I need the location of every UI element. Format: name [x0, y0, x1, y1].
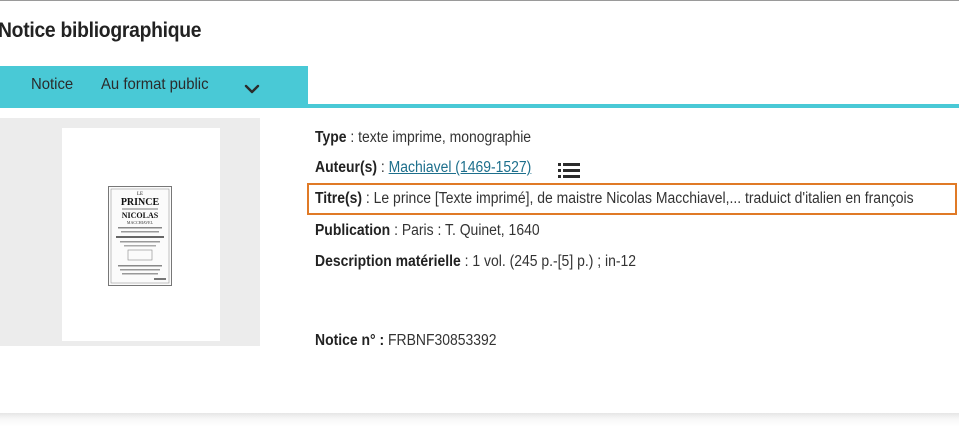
panel-bottom-shadow	[0, 413, 959, 427]
field-description: Description matérielle : 1 vol. (245 p.-…	[315, 253, 636, 271]
list-icon[interactable]	[558, 162, 580, 178]
description-value: : 1 vol. (245 p.-[5] p.) ; in-12	[460, 253, 637, 270]
cover-line-4: MACCHIAVEL	[127, 220, 154, 225]
top-rule	[0, 0, 959, 1]
notice-label: Notice n° :	[315, 332, 385, 349]
type-value: : texte imprime, monographie	[346, 129, 532, 146]
cover-line-2: PRINCE	[121, 197, 160, 208]
tab-notice[interactable]: Notice	[31, 76, 73, 94]
author-label: Auteur(s)	[315, 159, 378, 176]
description-label: Description matérielle	[315, 253, 461, 270]
notice-value: FRBNF30853392	[384, 332, 497, 349]
author-separator: :	[377, 159, 389, 176]
type-label: Type	[315, 129, 347, 146]
publication-label: Publication	[315, 222, 391, 239]
author-link[interactable]: Machiavel (1469-1527)	[389, 159, 532, 176]
document-thumbnail[interactable]: LE PRINCE NICOLAS MACCHIAVEL	[62, 128, 220, 341]
book-cover-image: LE PRINCE NICOLAS MACCHIAVEL	[108, 186, 172, 286]
tab-format-public[interactable]: Au format public	[101, 76, 209, 94]
title-highlight-box	[307, 183, 957, 215]
page-title: Notice bibliographique	[0, 19, 202, 42]
publication-value: : Paris : T. Quinet, 1640	[390, 222, 540, 239]
field-author: Auteur(s) : Machiavel (1469-1527)	[315, 159, 531, 177]
chevron-down-icon[interactable]	[242, 79, 262, 99]
tab-bar: Notice Au format public	[0, 66, 308, 108]
cover-line-3: NICOLAS	[122, 211, 159, 220]
field-type: Type : texte imprime, monographie	[315, 129, 531, 147]
field-notice-number: Notice n° : FRBNF30853392	[315, 332, 497, 350]
field-publication: Publication : Paris : T. Quinet, 1640	[315, 222, 540, 240]
